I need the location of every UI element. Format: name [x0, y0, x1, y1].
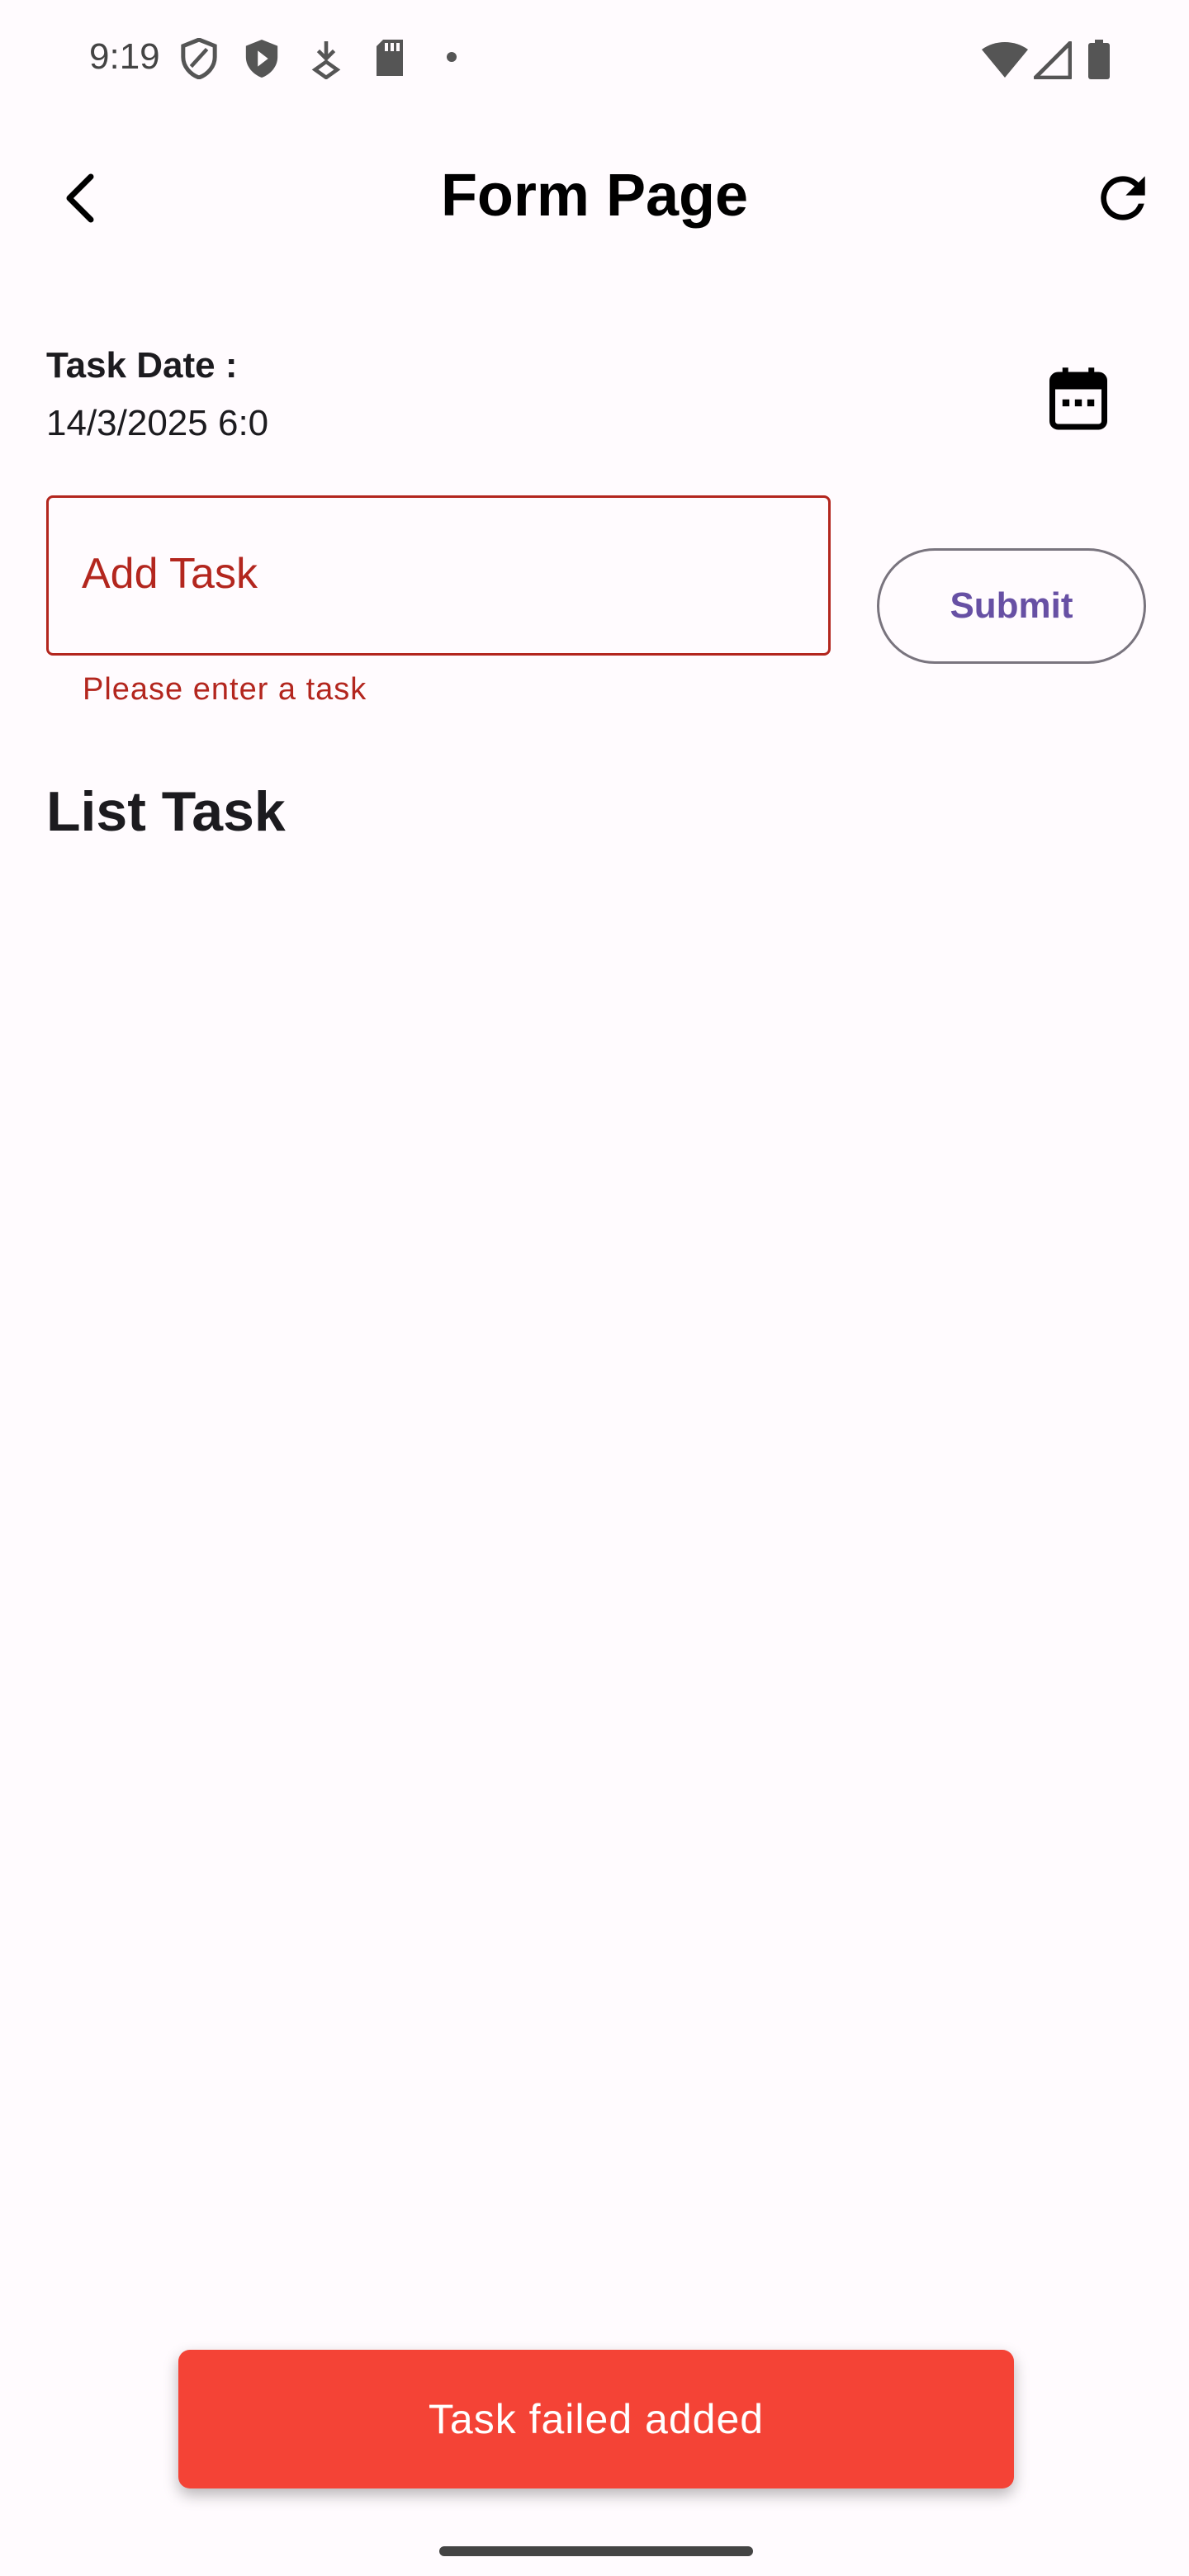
shield-outline-icon: [180, 37, 218, 83]
list-task-title: List Task: [46, 780, 286, 843]
snackbar: Task failed added: [178, 2350, 1014, 2488]
dot-icon: [446, 51, 457, 67]
sd-card-icon: [373, 38, 406, 82]
task-date-label: Task Date :: [46, 345, 238, 386]
calendar-button[interactable]: [1044, 363, 1113, 433]
home-indicator[interactable]: [439, 2546, 753, 2556]
shield-play-icon: [243, 38, 281, 83]
wifi-icon: [981, 41, 1029, 83]
cell-signal-icon: [1033, 40, 1073, 83]
snackbar-message: Task failed added: [428, 2396, 765, 2442]
page-title: Form Page: [440, 163, 749, 229]
app-bar: Form Page: [0, 132, 1189, 264]
task-date-value: 14/3/2025 6:0: [46, 403, 269, 443]
submit-button[interactable]: Submit: [877, 548, 1146, 664]
battery-icon: [1088, 40, 1110, 83]
download-icon: [309, 38, 343, 83]
add-task-input[interactable]: Add Task: [46, 495, 831, 656]
refresh-icon: [1101, 176, 1145, 220]
refresh-button[interactable]: [1090, 165, 1156, 231]
add-task-placeholder: Add Task: [82, 550, 258, 598]
status-bar: 9:19: [0, 0, 1189, 116]
calendar-icon: [1049, 367, 1107, 430]
status-time: 9:19: [89, 36, 160, 77]
task-error-message: Please enter a task: [83, 672, 367, 707]
